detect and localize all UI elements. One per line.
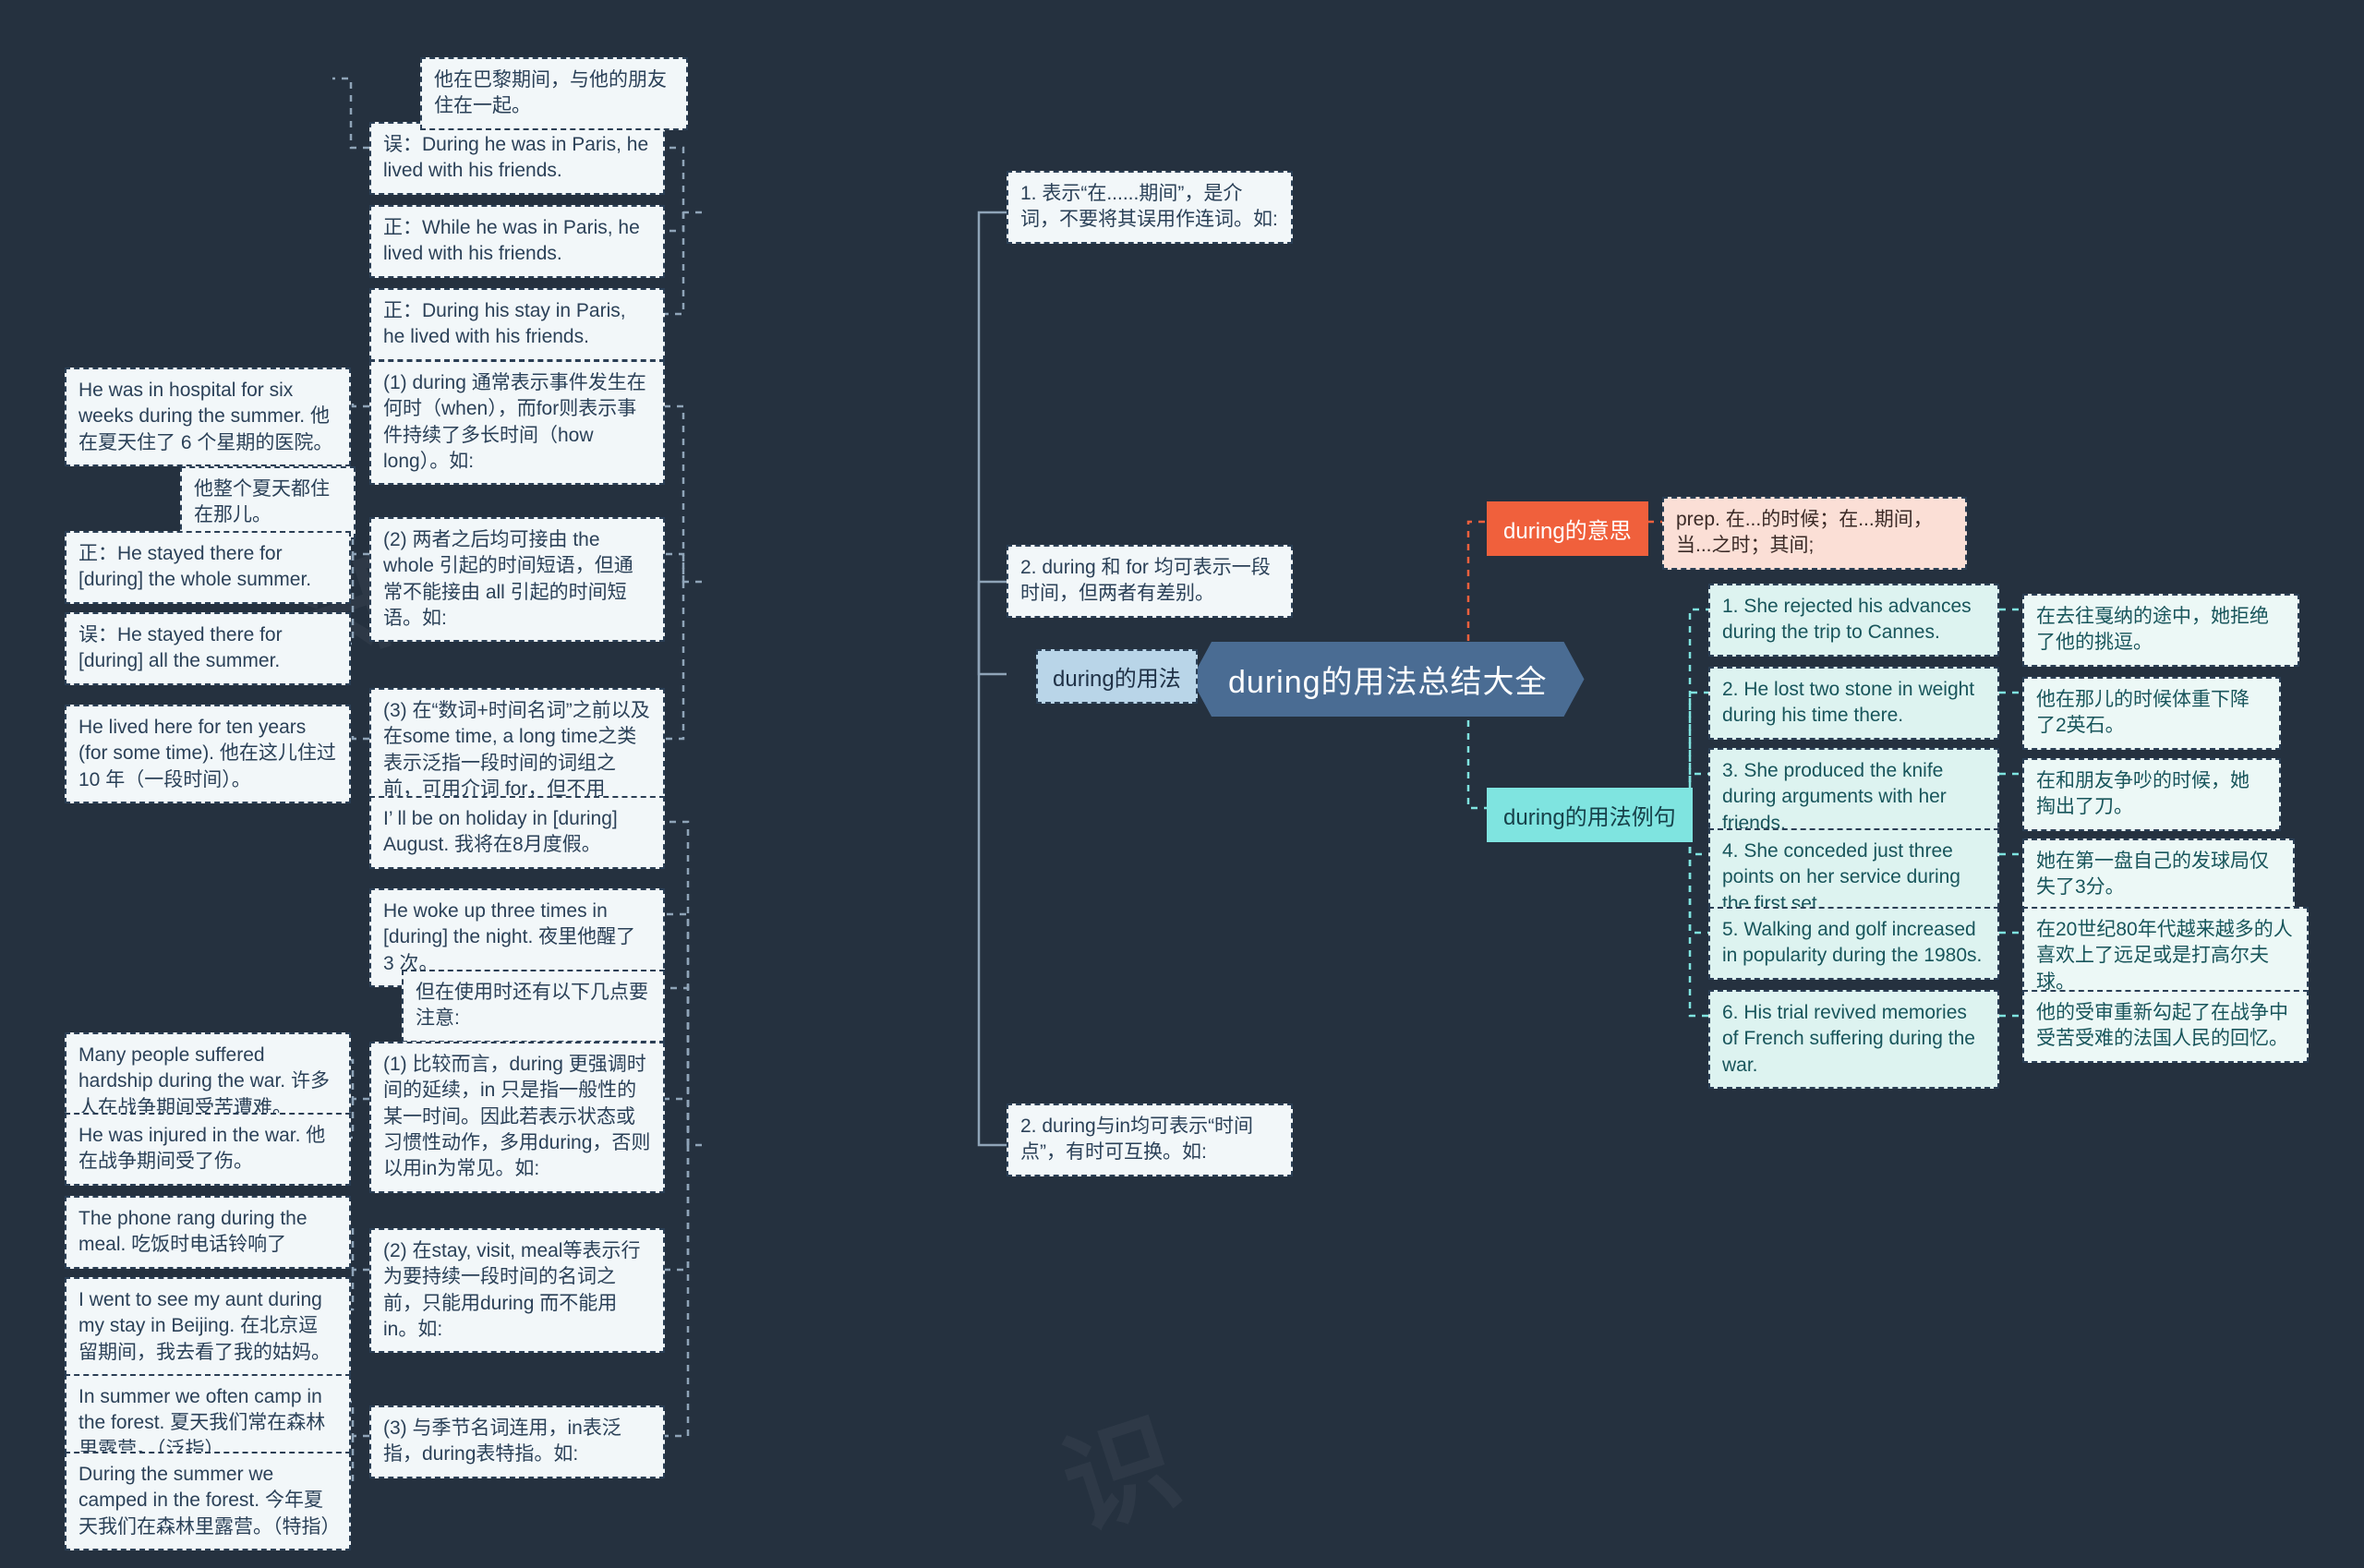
- usage-item[interactable]: I’ ll be on holiday in [during] August. …: [369, 796, 665, 869]
- example-sentence-cn[interactable]: 在和朋友争吵的时候，她掏出了刀。: [2022, 758, 2281, 831]
- watermark: 识: [1040, 1372, 1195, 1560]
- usage-leaf[interactable]: 他整个夏天都住在那儿。: [180, 466, 356, 539]
- usage-section-heading[interactable]: 2. during 和 for 均可表示一段时间，但两者有差别。: [1007, 545, 1293, 618]
- example-sentence-cn[interactable]: 在去往戛纳的途中，她拒绝了他的挑逗。: [2022, 594, 2299, 667]
- usage-item[interactable]: (1) during 通常表示事件发生在何时（when），而for则表示事件持续…: [369, 360, 665, 486]
- usage-leaf[interactable]: He was injured in the war. 他在战争期间受了伤。: [65, 1113, 351, 1186]
- branch-examples[interactable]: during的用法例句: [1487, 788, 1693, 842]
- usage-leaf[interactable]: 误：He stayed there for [during] all the s…: [65, 612, 351, 685]
- example-sentence-cn[interactable]: 他的受审重新勾起了在战争中受苦受难的法国人民的回忆。: [2022, 990, 2309, 1063]
- usage-item[interactable]: 正：During his stay in Paris, he lived wit…: [369, 288, 665, 361]
- usage-leaf[interactable]: The phone rang during the meal. 吃饭时电话铃响了: [65, 1196, 351, 1269]
- usage-leaf[interactable]: During the summer we camped in the fores…: [65, 1452, 351, 1551]
- example-sentence-cn[interactable]: 她在第一盘自己的发球局仅失了3分。: [2022, 838, 2295, 911]
- branch-usage[interactable]: during的用法: [1036, 649, 1198, 704]
- usage-section-heading[interactable]: 1. 表示“在......期间”，是介词，不要将其误用作连词。如:: [1007, 171, 1293, 244]
- usage-item[interactable]: 但在使用时还有以下几点要注意:: [402, 970, 665, 1043]
- usage-item[interactable]: (3) 与季节名词连用，in表泛指，during表特指。如:: [369, 1405, 665, 1478]
- usage-item[interactable]: 正：While he was in Paris, he lived with h…: [369, 205, 665, 278]
- usage-section-heading[interactable]: 2. during与in均可表示“时间点”，有时可互换。如:: [1007, 1104, 1293, 1176]
- meaning-definition[interactable]: prep. 在...的时候；在...期间，当...之时；其间;: [1662, 497, 1967, 570]
- usage-item[interactable]: (2) 两者之后均可接由 the whole 引起的时间短语，但通常不能接由 a…: [369, 517, 665, 643]
- usage-leaf[interactable]: He was in hospital for six weeks during …: [65, 368, 351, 467]
- usage-leaf[interactable]: I went to see my aunt during my stay in …: [65, 1277, 351, 1377]
- root-node[interactable]: during的用法总结大全: [1191, 642, 1585, 717]
- example-sentence-en[interactable]: 5. Walking and golf increased in popular…: [1708, 907, 1999, 980]
- usage-item[interactable]: 误：During he was in Paris, he lived with …: [369, 122, 665, 195]
- example-sentence-en[interactable]: 6. His trial revived memories of French …: [1708, 990, 1999, 1090]
- branch-meaning[interactable]: during的意思: [1487, 501, 1648, 556]
- usage-leaf[interactable]: 正：He stayed there for [during] the whole…: [65, 531, 351, 604]
- mindmap-canvas: 知 识: [0, 0, 2364, 1568]
- example-sentence-en[interactable]: 1. She rejected his advances during the …: [1708, 584, 1999, 657]
- usage-item[interactable]: (1) 比较而言，during 更强调时间的延续，in 只是指一般性的某一时间。…: [369, 1042, 665, 1193]
- usage-item[interactable]: (2) 在stay, visit, meal等表示行为要持续一段时间的名词之前，…: [369, 1228, 665, 1354]
- example-sentence-cn[interactable]: 他在那儿的时候体重下降了2英石。: [2022, 677, 2281, 750]
- usage-leaf[interactable]: 他在巴黎期间，与他的朋友住在一起。: [420, 57, 688, 130]
- example-sentence-en[interactable]: 2. He lost two stone in weight during hi…: [1708, 667, 1999, 740]
- usage-leaf[interactable]: He lived here for ten years (for some ti…: [65, 705, 351, 804]
